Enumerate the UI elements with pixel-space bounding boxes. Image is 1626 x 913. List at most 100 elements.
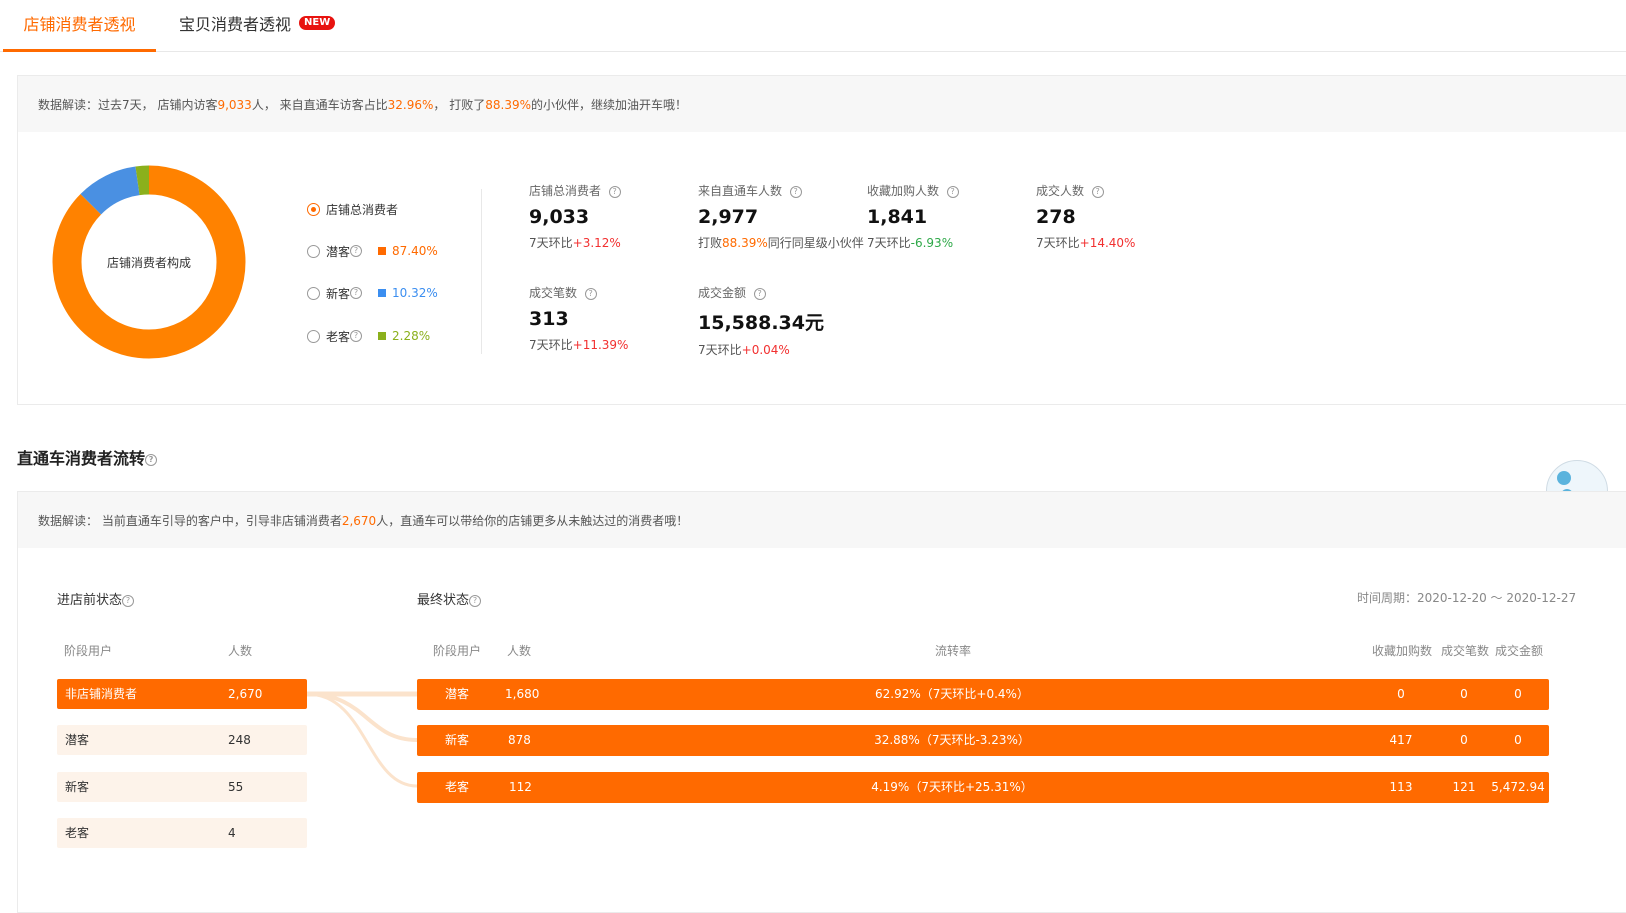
row-stage: 新客	[65, 780, 90, 794]
row-stage: 非店铺消费者	[65, 687, 138, 701]
col-head-stage: 阶段用户	[64, 644, 113, 658]
before-row[interactable]: 新客 55	[57, 772, 307, 802]
legend-pct-wrap: 10.32%	[378, 286, 438, 300]
legend-pct-wrap: 87.40%	[378, 244, 438, 258]
summary-text: 数据解读：过去7天， 店铺内访客	[38, 98, 218, 112]
row-fav: 417	[1389, 733, 1413, 747]
row-count: 55	[228, 780, 244, 794]
divider	[481, 189, 482, 354]
before-title-text: 进店前状态	[57, 593, 123, 608]
metric-orders: 成交笔数 ? 313 7天环比+11.39%	[529, 284, 628, 353]
metric-value: 313	[529, 308, 569, 330]
row-rate: 62.92%（7天环比+0.4%）	[875, 687, 1029, 701]
metric-ztc: 来自直通车人数 ? 2,977 打败88.39%同行同星级小伙伴	[698, 182, 864, 251]
row-count: 878	[508, 733, 531, 747]
tab-label: 店铺消费者透视	[23, 15, 136, 34]
help-icon[interactable]: ?	[350, 245, 363, 257]
help-icon[interactable]: ?	[753, 287, 766, 300]
summary-beat: 88.39%	[485, 98, 531, 112]
col-head-orders: 成交笔数	[1441, 644, 1490, 658]
row-stage: 新客	[445, 733, 470, 747]
after-row[interactable]: 潜客 1,680 62.92%（7天环比+0.4%） 0 0 0	[417, 679, 1549, 710]
metric-change: +14.40%	[1079, 236, 1136, 250]
donut-center-label: 店铺消费者构成	[106, 256, 191, 270]
summary-text: ， 打败了	[433, 98, 486, 112]
metric-label: 店铺总消费者	[529, 184, 602, 198]
after-row[interactable]: 新客 878 32.88%（7天环比-3.23%） 417 0 0	[417, 725, 1549, 756]
after-state-title: 最终状态?	[417, 589, 482, 608]
legend-potential[interactable]: 潜客? 87.40%	[307, 243, 438, 259]
legend-pct: 87.40%	[392, 244, 438, 258]
metric-value: 278	[1036, 206, 1076, 228]
row-amount: 0	[1514, 733, 1522, 747]
metric-change: +0.04%	[741, 343, 790, 357]
swatch-icon	[378, 247, 386, 255]
flow-title-text: 直通车消费者流转	[17, 449, 146, 468]
metric-value: 15,588.34元	[698, 312, 824, 334]
metric-label: 成交笔数	[529, 286, 578, 300]
after-title-text: 最终状态	[417, 593, 470, 608]
row-count: 4	[228, 826, 236, 840]
help-icon[interactable]: ?	[350, 287, 363, 299]
before-row[interactable]: 非店铺消费者 2,670	[57, 679, 307, 709]
summary-ratio: 32.96%	[387, 98, 434, 112]
tab-item-consumer[interactable]: 宝贝消费者透视 NEW	[179, 0, 336, 49]
metric-change: +3.12%	[572, 236, 621, 250]
summary-text: 人， 来自直通车访客占比	[251, 98, 388, 112]
legend-pct: 2.28%	[392, 329, 431, 343]
metric-deal: 成交人数 ? 278 7天环比+14.40%	[1036, 182, 1135, 251]
help-icon[interactable]: ?	[1091, 185, 1104, 198]
tab-store-consumer[interactable]: 店铺消费者透视	[3, 0, 156, 52]
help-icon[interactable]: ?	[122, 594, 135, 607]
row-fav: 0	[1397, 687, 1405, 701]
row-count: 2,670	[228, 687, 263, 701]
metric-fav: 收藏加购人数 ? 1,841 7天环比-6.93%	[867, 182, 959, 251]
flow-section-title: 直通车消费者流转?	[17, 445, 158, 469]
help-icon[interactable]: ?	[946, 185, 959, 198]
help-icon[interactable]: ?	[608, 185, 621, 198]
row-stage: 潜客	[445, 687, 470, 701]
metric-label: 成交人数	[1036, 184, 1085, 198]
help-icon[interactable]: ?	[145, 453, 158, 466]
legend-all[interactable]: 店铺总消费者	[307, 201, 398, 217]
notice-text: 数据解读： 当前直通车引导的客户中，引导非店铺消费者	[38, 514, 342, 528]
help-icon[interactable]: ?	[584, 287, 597, 300]
time-period: 时间周期：2020-12-20 ～ 2020-12-27	[1357, 591, 1577, 605]
metric-sub-label: 7天环比	[867, 236, 911, 250]
metric-change: -6.93%	[910, 236, 954, 250]
metric-beat: 88.39%	[722, 236, 768, 250]
legend-label: 新客	[326, 286, 351, 301]
summary-text: 的小伙伴，继续加油开车哦！	[531, 98, 688, 112]
help-icon[interactable]: ?	[789, 185, 802, 198]
row-rate: 4.19%（7天环比+25.31%）	[871, 780, 1033, 794]
metric-total: 店铺总消费者 ? 9,033 7天环比+3.12%	[529, 182, 621, 251]
legend-new[interactable]: 新客? 10.32%	[307, 285, 438, 301]
legend-label: 潜客	[326, 244, 351, 259]
notice-value: 2,670	[341, 514, 377, 528]
metric-value: 9,033	[529, 206, 590, 228]
row-count: 248	[228, 733, 251, 747]
metric-sub-label: 7天环比	[529, 236, 573, 250]
metric-value: 1,841	[867, 206, 928, 228]
col-head-amount: 成交金额	[1495, 644, 1544, 658]
flow-notice: 数据解读： 当前直通车引导的客户中，引导非店铺消费者2,670人，直通车可以带给…	[18, 492, 1626, 548]
legend-returning[interactable]: 老客? 2.28%	[307, 328, 430, 344]
before-row[interactable]: 潜客 248	[57, 725, 307, 755]
help-icon[interactable]: ?	[350, 330, 363, 342]
tab-bar: 店铺消费者透视 宝贝消费者透视 NEW	[0, 0, 1626, 52]
col-head-stage: 阶段用户	[433, 644, 482, 658]
metric-sub-label: 同行同星级小伙伴	[767, 236, 864, 250]
row-fav: 113	[1389, 780, 1413, 794]
metric-sub-label: 7天环比	[1036, 236, 1080, 250]
metric-value: 2,977	[698, 206, 759, 228]
radio-icon	[307, 286, 320, 300]
legend-pct: 10.32%	[392, 286, 438, 300]
metric-change: +11.39%	[572, 338, 629, 352]
before-row[interactable]: 老客 4	[57, 818, 307, 848]
new-badge: NEW	[299, 15, 336, 30]
legend-pct-wrap: 2.28%	[378, 329, 430, 343]
before-state-title: 进店前状态?	[57, 589, 135, 608]
metric-sub-label: 7天环比	[698, 343, 742, 357]
help-icon[interactable]: ?	[469, 594, 482, 607]
after-row[interactable]: 老客 112 4.19%（7天环比+25.31%） 113 121 5,472.…	[417, 772, 1549, 803]
